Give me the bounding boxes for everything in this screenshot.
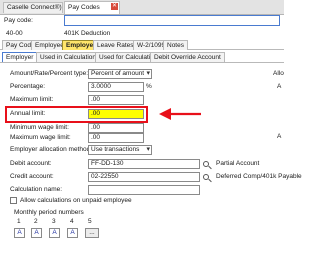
window-tab-caselle[interactable]: Caselle Connect®): [3, 2, 63, 13]
maximum-wage-limit-label: Maximum wage limit:: [10, 134, 71, 141]
annual-limit-label: Annual limit:: [10, 110, 46, 117]
sub-tab-bar: [0, 62, 284, 63]
debit-account-input[interactable]: FF-DD-130: [88, 159, 200, 169]
monthly-period-label: Monthly period numbers: [14, 209, 84, 216]
right-edge-label-1: Allo: [273, 70, 284, 77]
more-periods-button[interactable]: ...: [85, 228, 99, 238]
allow-unpaid-checkbox[interactable]: [10, 197, 17, 204]
percentage-unit: %: [146, 83, 152, 90]
tab-notes[interactable]: Notes: [163, 40, 188, 50]
right-edge-label-2: A: [277, 83, 282, 90]
period-value-1[interactable]: A: [14, 228, 25, 238]
period-value-3[interactable]: A: [49, 228, 60, 238]
calculation-name-label: Calculation name:: [10, 186, 63, 193]
period-number-2: 2: [34, 218, 38, 225]
period-value-2[interactable]: A: [31, 228, 42, 238]
debit-account-label: Debit account:: [10, 160, 52, 167]
pay-code-input[interactable]: [64, 15, 280, 26]
debit-account-search-icon[interactable]: [203, 161, 209, 167]
period-number-4: 4: [70, 218, 74, 225]
period-number-3: 3: [52, 218, 56, 225]
allocation-method-select[interactable]: Use transactions: [88, 145, 152, 155]
close-icon[interactable]: ✕: [111, 3, 118, 10]
subtab-employer[interactable]: Employer: [2, 52, 38, 62]
minimum-wage-limit-label: Minimum wage limit:: [10, 124, 69, 131]
tab-leave-rates[interactable]: Leave Rates: [93, 40, 138, 50]
percentage-input[interactable]: 3.0000: [88, 82, 144, 92]
maximum-limit-input[interactable]: .00: [88, 95, 144, 105]
allow-unpaid-label: Allow calculations on unpaid employee: [20, 197, 132, 204]
credit-account-label: Credit account:: [10, 173, 54, 180]
credit-account-description: Deferred Comp/401k Payable: [216, 173, 302, 180]
period-number-1: 1: [17, 218, 21, 225]
period-value-4[interactable]: A: [67, 228, 78, 238]
amount-type-select[interactable]: Percent of amount: [88, 69, 152, 79]
minimum-wage-limit-input[interactable]: .00: [88, 123, 144, 133]
right-edge-label-3: A: [277, 133, 282, 140]
percentage-label: Percentage:: [10, 83, 46, 90]
pay-code-description: 401K Deduction: [64, 30, 111, 37]
annual-limit-input[interactable]: .00: [88, 109, 144, 119]
red-arrow-icon: [159, 108, 201, 120]
maximum-wage-limit-input[interactable]: .00: [88, 133, 144, 143]
subtab-used-in-calculations[interactable]: Used in Calculations: [36, 52, 104, 62]
allocation-method-label: Employer allocation method:: [10, 146, 93, 153]
pay-code-id: 40-00: [6, 30, 23, 37]
maximum-limit-label: Maximum limit:: [10, 96, 54, 103]
calculation-name-input[interactable]: [88, 185, 200, 195]
period-number-5: 5: [88, 218, 92, 225]
pay-code-label: Pay code:: [4, 17, 33, 24]
amount-type-label: Amount/Rate/Percent type:: [10, 70, 89, 77]
window-tab-pay-codes-label: Pay Codes: [68, 4, 100, 11]
credit-account-search-icon[interactable]: [203, 174, 209, 180]
subtab-debit-override-account[interactable]: Debit Override Account: [150, 52, 225, 62]
credit-account-input[interactable]: 02-22550: [88, 172, 200, 182]
debit-account-description: Partial Account: [216, 160, 260, 167]
